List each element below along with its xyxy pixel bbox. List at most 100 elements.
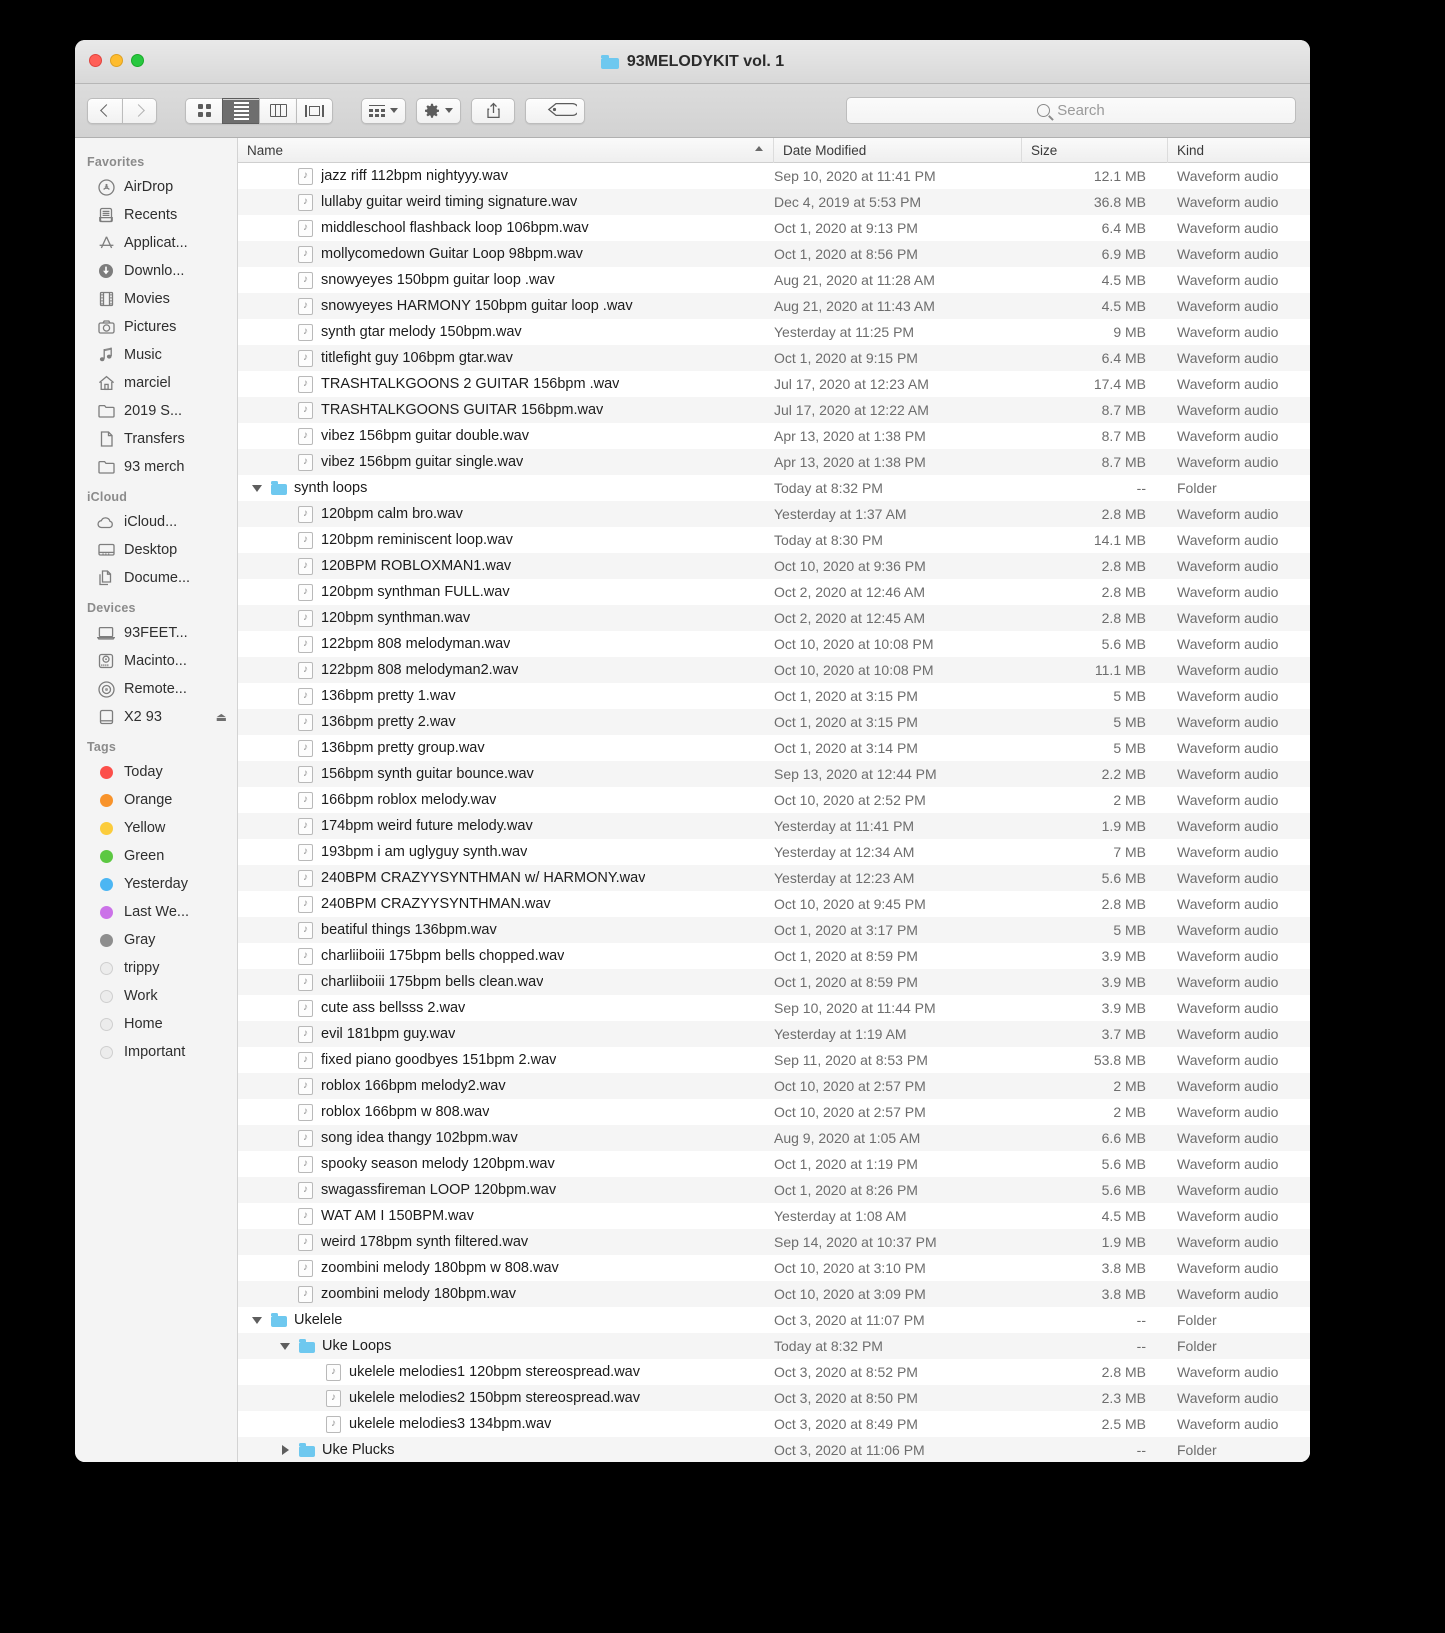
table-row[interactable]: ♪ snowyeyes HARMONY 150bpm guitar loop .w… (238, 293, 1310, 319)
table-row[interactable]: ♪ cute ass bellsss 2.wav Sep 10, 2020 at 1… (238, 995, 1310, 1021)
table-row[interactable]: ♪ 120bpm synthman FULL.wav Oct 2, 2020 at … (238, 579, 1310, 605)
table-row[interactable]: ♪ 136bpm pretty 2.wav Oct 1, 2020 at 3:15 … (238, 709, 1310, 735)
tag-button[interactable] (525, 97, 585, 124)
sidebar-item-home[interactable]: Home (75, 1010, 237, 1038)
table-row[interactable]: ♪ fixed piano goodbyes 151bpm 2.wav Sep 11… (238, 1047, 1310, 1073)
table-row[interactable]: ♪ 120bpm reminiscent loop.wav Today at 8:3… (238, 527, 1310, 553)
sidebar-item-recents[interactable]: Recents (75, 201, 237, 229)
table-row[interactable]: ♪ 136bpm pretty group.wav Oct 1, 2020 at 3… (238, 735, 1310, 761)
table-row[interactable]: ♪ song idea thangy 102bpm.wav Aug 9, 2020 … (238, 1125, 1310, 1151)
share-button[interactable] (471, 97, 515, 124)
sidebar-item-yesterday[interactable]: Yesterday (75, 870, 237, 898)
table-row[interactable]: ♪ spooky season melody 120bpm.wav Oct 1, 2… (238, 1151, 1310, 1177)
table-row[interactable]: ♪ 136bpm pretty 1.wav Oct 1, 2020 at 3:15 … (238, 683, 1310, 709)
table-row[interactable]: ♪ evil 181bpm guy.wav Yesterday at 1:19 AM… (238, 1021, 1310, 1047)
sidebar-item-docume[interactable]: Docume... (75, 564, 237, 592)
table-row[interactable]: ♪ lullaby guitar weird timing signature.w… (238, 189, 1310, 215)
table-row[interactable]: ♪ charliiboiii 175bpm bells clean.wav Oct … (238, 969, 1310, 995)
table-row[interactable]: ♪ 120bpm synthman.wav Oct 2, 2020 at 12:45… (238, 605, 1310, 631)
sidebar-item-transfers[interactable]: Transfers (75, 425, 237, 453)
search-input[interactable]: Search (846, 97, 1296, 124)
table-row[interactable]: Uke Loops Today at 8:32 PM -- Folder (238, 1333, 1310, 1359)
disclosure-triangle-expanded[interactable] (278, 1342, 292, 1350)
table-row[interactable]: ♪ swagassfireman LOOP 120bpm.wav Oct 1, 20… (238, 1177, 1310, 1203)
back-button[interactable] (87, 97, 122, 124)
sidebar-item-pictures[interactable]: Pictures (75, 313, 237, 341)
column-header-kind[interactable]: Kind (1168, 138, 1310, 163)
table-row[interactable]: ♪ roblox 166bpm melody2.wav Oct 10, 2020 a… (238, 1073, 1310, 1099)
table-row[interactable]: ♪ 193bpm i am uglyguy synth.wav Yesterday … (238, 839, 1310, 865)
sidebar-item-last-we[interactable]: Last We... (75, 898, 237, 926)
close-button[interactable] (89, 54, 102, 67)
table-row[interactable]: ♪ 166bpm roblox melody.wav Oct 10, 2020 at… (238, 787, 1310, 813)
minimize-button[interactable] (110, 54, 123, 67)
sidebar-item-important[interactable]: Important (75, 1038, 237, 1066)
sidebar-item-gray[interactable]: Gray (75, 926, 237, 954)
arrange-button[interactable] (361, 97, 406, 124)
table-row[interactable]: ♪ mollycomedown Guitar Loop 98bpm.wav Oct … (238, 241, 1310, 267)
action-button[interactable] (416, 97, 461, 124)
column-header-name[interactable]: Name (238, 137, 774, 163)
table-row[interactable]: ♪ TRASHTALKGOONS 2 GUITAR 156bpm .wav Jul … (238, 371, 1310, 397)
sidebar-item-yellow[interactable]: Yellow (75, 814, 237, 842)
table-row[interactable]: synth loops Today at 8:32 PM -- Folder (238, 475, 1310, 501)
table-row[interactable]: ♪ 122bpm 808 melodyman2.wav Oct 10, 2020 a… (238, 657, 1310, 683)
list-view-button[interactable] (222, 97, 259, 124)
sidebar-item-downlo[interactable]: Downlo... (75, 257, 237, 285)
icon-view-button[interactable] (185, 97, 222, 124)
sidebar-item-x2-93[interactable]: X2 93 ⏏ (75, 703, 237, 731)
table-row[interactable]: ♪ TRASHTALKGOONS GUITAR 156bpm.wav Jul 17,… (238, 397, 1310, 423)
table-row[interactable]: ♪ snowyeyes 150bpm guitar loop .wav Aug 21… (238, 267, 1310, 293)
sidebar-item-music[interactable]: Music (75, 341, 237, 369)
table-row[interactable]: ♪ roblox 166bpm w 808.wav Oct 10, 2020 at … (238, 1099, 1310, 1125)
table-row[interactable]: ♪ 120BPM ROBLOXMAN1.wav Oct 10, 2020 at 9:… (238, 553, 1310, 579)
sidebar-item-today[interactable]: Today (75, 758, 237, 786)
table-row[interactable]: ♪ WAT AM I 150BPM.wav Yesterday at 1:08 AM… (238, 1203, 1310, 1229)
table-row[interactable]: ♪ weird 178bpm synth filtered.wav Sep 14, … (238, 1229, 1310, 1255)
column-view-button[interactable] (259, 97, 296, 124)
table-row[interactable]: ♪ synth gtar melody 150bpm.wav Yesterday a… (238, 319, 1310, 345)
table-row[interactable]: ♪ beatiful things 136bpm.wav Oct 1, 2020 a… (238, 917, 1310, 943)
table-row[interactable]: ♪ vibez 156bpm guitar double.wav Apr 13, 2… (238, 423, 1310, 449)
table-row[interactable]: ♪ ukelele melodies2 150bpm stereospread.w… (238, 1385, 1310, 1411)
sidebar-item-green[interactable]: Green (75, 842, 237, 870)
zoom-button[interactable] (131, 54, 144, 67)
table-row[interactable]: ♪ ukelele melodies1 120bpm stereospread.w… (238, 1359, 1310, 1385)
sidebar-item-macinto[interactable]: Macinto... (75, 647, 237, 675)
sidebar-item-desktop[interactable]: Desktop (75, 536, 237, 564)
disclosure-triangle-collapsed[interactable] (278, 1445, 292, 1455)
sidebar-item-orange[interactable]: Orange (75, 786, 237, 814)
eject-icon[interactable]: ⏏ (216, 710, 227, 724)
sidebar-item-93feet[interactable]: 93FEET... (75, 619, 237, 647)
table-row[interactable]: ♪ middleschool flashback loop 106bpm.wav O… (238, 215, 1310, 241)
table-row[interactable]: ♪ 174bpm weird future melody.wav Yesterday… (238, 813, 1310, 839)
table-row[interactable]: ♪ 122bpm 808 melodyman.wav Oct 10, 2020 at… (238, 631, 1310, 657)
sidebar-item-remote[interactable]: Remote... (75, 675, 237, 703)
table-row[interactable]: Ukelele Oct 3, 2020 at 11:07 PM -- Folder (238, 1307, 1310, 1333)
sidebar-item-movies[interactable]: Movies (75, 285, 237, 313)
table-row[interactable]: ♪ 156bpm synth guitar bounce.wav Sep 13, 2… (238, 761, 1310, 787)
sidebar-item-93-merch[interactable]: 93 merch (75, 453, 237, 481)
disclosure-triangle-expanded[interactable] (250, 484, 264, 492)
sidebar-item-applicat[interactable]: Applicat... (75, 229, 237, 257)
table-row[interactable]: ♪ vibez 156bpm guitar single.wav Apr 13, 2… (238, 449, 1310, 475)
table-row[interactable]: ♪ titlefight guy 106bpm gtar.wav Oct 1, 20… (238, 345, 1310, 371)
table-row[interactable]: ♪ zoombini melody 180bpm w 808.wav Oct 10,… (238, 1255, 1310, 1281)
forward-button[interactable] (122, 97, 157, 124)
disclosure-triangle-expanded[interactable] (250, 1316, 264, 1324)
column-header-date-modified[interactable]: Date Modified (774, 137, 1022, 163)
column-header-size[interactable]: Size (1022, 137, 1168, 163)
table-row[interactable]: ♪ 240BPM CRAZYYSYNTHMAN w/ HARMONY.wav Yes… (238, 865, 1310, 891)
sidebar-item-marciel[interactable]: marciel (75, 369, 237, 397)
table-row[interactable]: ♪ charliiboiii 175bpm bells chopped.wav Oc… (238, 943, 1310, 969)
table-row[interactable]: Uke Plucks Oct 3, 2020 at 11:06 PM -- Folde… (238, 1437, 1310, 1462)
table-row[interactable]: ♪ zoombini melody 180bpm.wav Oct 10, 2020 … (238, 1281, 1310, 1307)
sidebar-item-airdrop[interactable]: AirDrop (75, 173, 237, 201)
gallery-view-button[interactable] (296, 97, 333, 124)
sidebar-item-work[interactable]: Work (75, 982, 237, 1010)
sidebar-item-trippy[interactable]: trippy (75, 954, 237, 982)
sidebar-item-icloud[interactable]: iCloud... (75, 508, 237, 536)
table-row[interactable]: ♪ 120bpm calm bro.wav Yesterday at 1:37 AM… (238, 501, 1310, 527)
table-row[interactable]: ♪ jazz riff 112bpm nightyyy.wav Sep 10, 20… (238, 163, 1310, 189)
sidebar-item-2019-s[interactable]: 2019 S... (75, 397, 237, 425)
